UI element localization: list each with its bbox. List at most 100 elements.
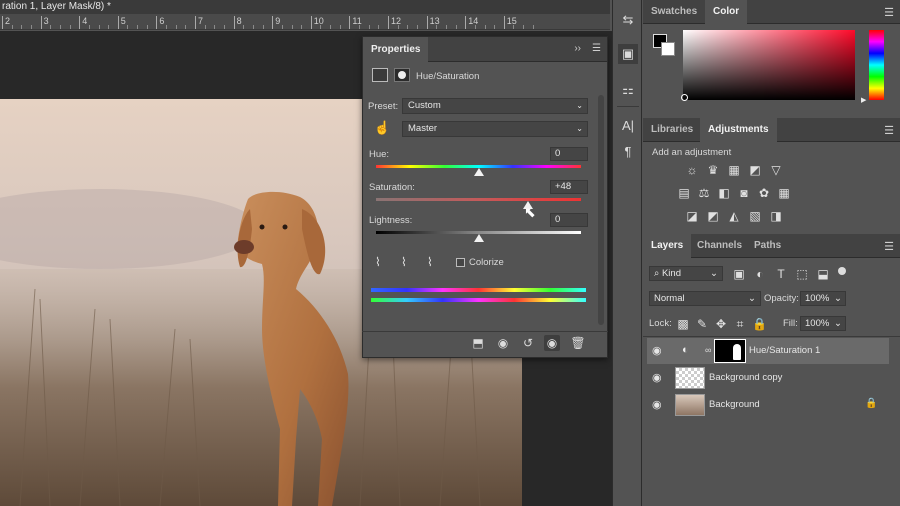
eyedropper-minus-icon[interactable]: ⌇ [427,255,433,269]
vibrance-icon[interactable]: ▽ [769,163,783,177]
mask-icon[interactable] [394,68,410,82]
divider [643,336,900,337]
view-previous-state-icon[interactable]: ◉ [495,335,511,351]
eyedropper-plus-icon[interactable]: ⌇ [401,255,407,269]
lock-transparent-icon[interactable]: ▩ [676,317,690,331]
hue-saturation-icon[interactable]: ▤ [677,186,691,200]
ruler-minor-tick [474,25,476,29]
colorize-label: Colorize [469,257,504,268]
properties-scrollbar[interactable] [598,95,604,325]
opacity-input[interactable]: 100% ⌄ [800,291,846,306]
panel-menu-icon[interactable]: ☰ [592,43,601,54]
ruler-minor-tick [281,25,283,29]
tab-swatches[interactable]: Swatches [643,0,705,24]
layer-mask-thumbnail[interactable] [714,339,746,363]
filter-shape-icon[interactable]: ⬚ [795,267,809,281]
properties-panel-icon[interactable]: ▣ [618,44,638,64]
filter-smart-object-icon[interactable]: ⬓ [816,267,830,281]
color-field[interactable] [683,30,855,100]
levels-icon[interactable]: ♛ [706,163,720,177]
lightness-slider-thumb[interactable] [473,234,484,242]
info-icon[interactable]: ⚏ [618,80,638,100]
tab-color[interactable]: Color [705,0,748,24]
ruler-tick-label: 8 [233,16,242,29]
curves-icon[interactable]: ▦ [727,163,741,177]
channel-dropdown[interactable]: Master ⌄ [402,121,588,137]
lock-all-icon[interactable]: 🔒 [752,317,767,331]
exposure-icon[interactable]: ◩ [748,163,762,177]
layer-thumbnail[interactable] [675,394,705,416]
selective-color-icon[interactable]: ◨ [769,209,783,223]
tab-adjustments[interactable]: Adjustments [700,118,777,142]
saturation-slider-track[interactable] [376,198,581,201]
ruler-minor-tick [30,25,32,29]
photo-filter-icon[interactable]: ◙ [737,186,751,200]
gradient-map-icon[interactable]: ▧ [748,209,762,223]
tab-properties[interactable]: Properties [363,37,429,62]
adjustment-layer-icon[interactable] [372,68,388,82]
hue-input[interactable]: 0 [550,147,588,161]
ruler-minor-tick [204,25,206,29]
layer-thumbnail[interactable] [675,367,705,389]
layer-row[interactable]: ◉ Background 🔒 [647,392,889,418]
collapse-icon[interactable]: ›› [574,43,581,54]
tab-layers[interactable]: Layers [643,234,692,258]
layer-filter-kind-dropdown[interactable]: ⌕ Kind ⌄ [649,266,723,281]
eye-icon[interactable]: ◉ [652,398,662,411]
preset-dropdown[interactable]: Custom ⌄ [402,98,588,114]
hue-spectrum-bar[interactable] [869,30,884,100]
visibility-eye-icon[interactable]: ◉ [544,335,560,351]
black-white-icon[interactable]: ◧ [717,186,731,200]
paragraph-icon[interactable]: ¶ [618,142,638,162]
channel-mixer-icon[interactable]: ✿ [757,186,771,200]
filter-pixel-icon[interactable]: ▣ [732,267,746,281]
background-color-swatch[interactable] [661,42,675,56]
document-tab[interactable]: ration 1, Layer Mask/8) * [0,0,610,14]
trash-icon[interactable]: 🗑 [570,335,586,351]
color-lookup-icon[interactable]: ▦ [777,186,791,200]
panel-menu-icon[interactable]: ☰ [884,240,894,253]
link-icon[interactable]: ∞ [705,345,711,355]
colorize-checkbox[interactable] [456,258,465,267]
history-icon[interactable]: ⇆ [618,10,638,30]
ruler-tick-label: 6 [156,16,164,29]
lock-position-icon[interactable]: ✥ [714,317,728,331]
filter-toggle-icon[interactable] [838,267,846,275]
reset-icon[interactable]: ↺ [520,335,536,351]
lock-artboard-icon[interactable]: ⌗ [733,317,747,331]
panel-menu-icon[interactable]: ☰ [884,6,894,19]
layer-name: Hue/Saturation 1 [749,345,821,356]
clip-to-layer-icon[interactable]: ⬒ [470,335,486,351]
lock-image-icon[interactable]: ✎ [695,317,709,331]
color-balance-icon[interactable]: ⚖ [697,186,711,200]
layer-row[interactable]: ◉ ◐ ∞ Hue/Saturation 1 [647,338,889,364]
brightness-contrast-icon[interactable]: ☼ [685,163,699,177]
filter-adjustment-icon[interactable]: ◐ [753,267,767,281]
color-picker-cursor [681,94,688,101]
blend-mode-dropdown[interactable]: Normal ⌄ [649,291,761,306]
lightness-input[interactable]: 0 [550,213,588,227]
character-icon[interactable]: A| [618,116,638,136]
tab-libraries[interactable]: Libraries [643,118,701,142]
eye-icon[interactable]: ◉ [652,371,662,384]
layer-name: Background copy [709,372,783,383]
saturation-input[interactable]: +48 [550,180,588,194]
eye-icon[interactable]: ◉ [652,344,662,357]
panel-menu-icon[interactable]: ☰ [884,124,894,137]
tab-channels[interactable]: Channels [689,234,750,258]
fill-input[interactable]: 100% ⌄ [800,316,846,331]
threshold-icon[interactable]: ◭ [727,209,741,223]
targeted-adjustment-hand-icon[interactable]: ☝ [374,120,390,136]
ruler-tick-label: 14 [465,16,478,29]
filter-type-icon[interactable]: T [774,267,788,281]
ruler-minor-tick [291,25,293,29]
hue-slider-thumb[interactable] [473,168,484,176]
ruler-minor-tick [368,25,370,29]
eyedropper-icon[interactable]: ⌇ [375,255,381,269]
posterize-icon[interactable]: ◩ [706,209,720,223]
tab-paths[interactable]: Paths [746,234,789,258]
invert-icon[interactable]: ◪ [685,209,699,223]
chevron-down-icon: ⌄ [834,318,842,329]
layer-row[interactable]: ◉ Background copy [647,365,889,391]
chevron-down-icon: ⌄ [710,268,718,279]
